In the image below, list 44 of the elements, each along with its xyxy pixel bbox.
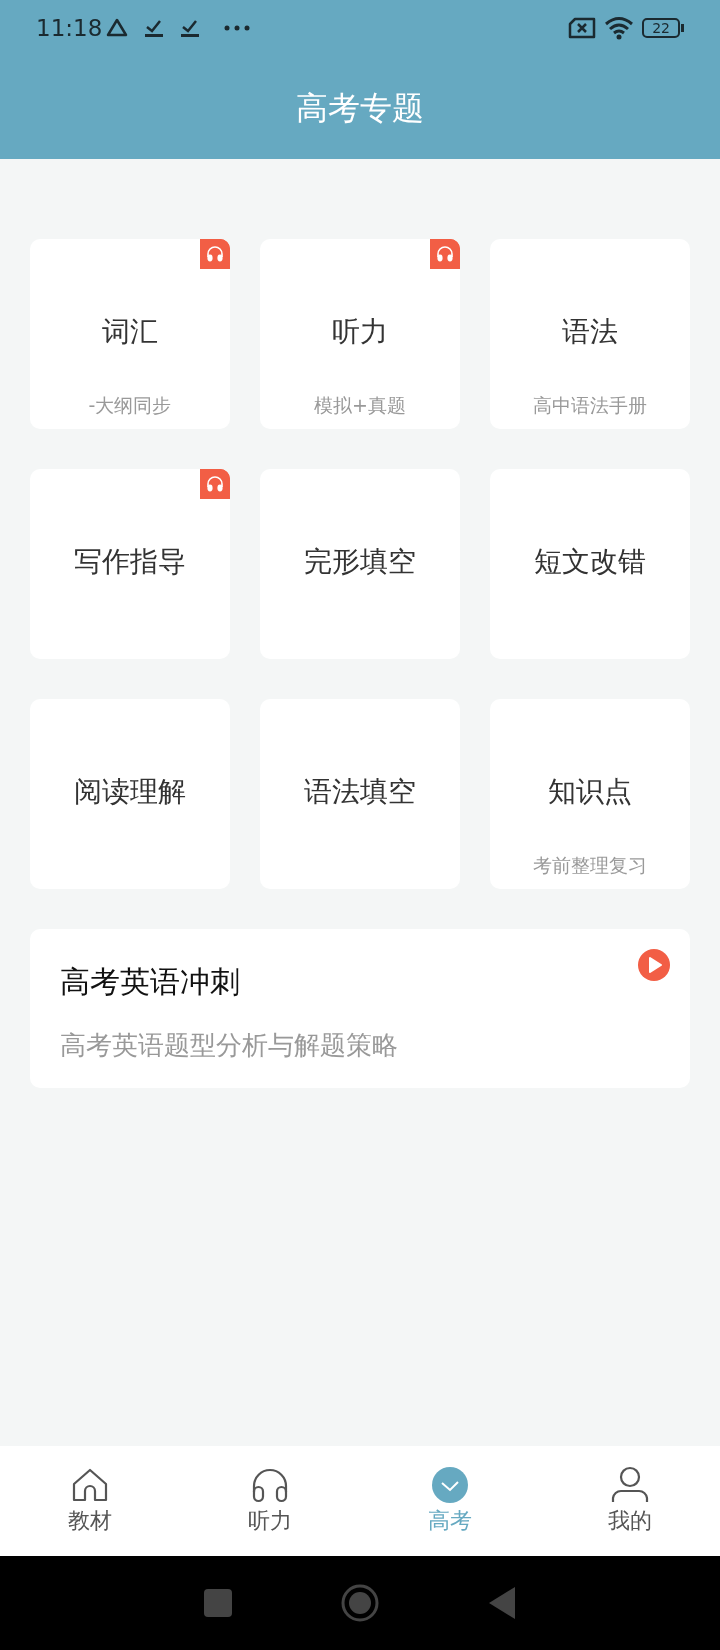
wifi-icon	[604, 16, 635, 40]
topic-tile[interactable]: 听力 模拟+真题	[260, 239, 460, 429]
topic-tile[interactable]: 写作指导	[30, 469, 230, 659]
play-icon	[638, 949, 670, 981]
tile-title: 词汇	[102, 314, 158, 350]
tile-title: 完形填空	[304, 544, 416, 580]
tile-subtitle: -大纲同步	[88, 392, 172, 418]
home-icon	[70, 1466, 110, 1504]
banner-title: 高考英语冲刺	[60, 963, 241, 1001]
tile-title: 听力	[332, 314, 388, 350]
topic-tile[interactable]: 短文改错	[490, 469, 690, 659]
drive-icon	[106, 18, 129, 38]
tile-title: 语法填空	[304, 774, 416, 810]
course-banner-card[interactable]: 高考英语冲刺 高考英语题型分析与解题策略	[30, 929, 690, 1088]
headphones-icon	[250, 1466, 290, 1504]
back-button[interactable]	[488, 1586, 516, 1620]
tile-subtitle: 考前整理复习	[533, 852, 647, 878]
tile-subtitle: 模拟+真题	[314, 392, 406, 418]
topic-tile[interactable]: 阅读理解	[30, 699, 230, 889]
no-sim-icon	[568, 17, 597, 39]
topic-tile[interactable]: 语法 高中语法手册	[490, 239, 690, 429]
tile-title: 语法	[562, 314, 618, 350]
topic-tile[interactable]: 完形填空	[260, 469, 460, 659]
banner-subtitle: 高考英语题型分析与解题策略	[60, 1029, 399, 1062]
topic-tile[interactable]: 知识点 考前整理复习	[490, 699, 690, 889]
topic-tile[interactable]: 语法填空	[260, 699, 460, 889]
download-done-icon	[144, 18, 165, 38]
topic-tile[interactable]: 词汇 -大纲同步	[30, 239, 230, 429]
tile-title: 短文改错	[534, 544, 646, 580]
home-button[interactable]	[340, 1583, 380, 1623]
nav-tab[interactable]: 教材	[0, 1446, 180, 1556]
check-circle-icon	[430, 1466, 470, 1504]
tile-title: 知识点	[548, 774, 632, 810]
tile-subtitle: 高中语法手册	[533, 392, 647, 418]
recents-button[interactable]	[204, 1589, 232, 1617]
nav-tab[interactable]: 听力	[180, 1446, 360, 1556]
tile-title: 阅读理解	[74, 774, 186, 810]
download-done-icon	[180, 18, 201, 38]
tile-title: 写作指导	[74, 544, 186, 580]
more-icon	[224, 25, 251, 31]
status-time: 11:18	[36, 13, 103, 43]
person-icon	[610, 1466, 650, 1504]
nav-tab[interactable]: 我的	[540, 1446, 720, 1556]
page-title: 高考专题	[296, 87, 424, 129]
